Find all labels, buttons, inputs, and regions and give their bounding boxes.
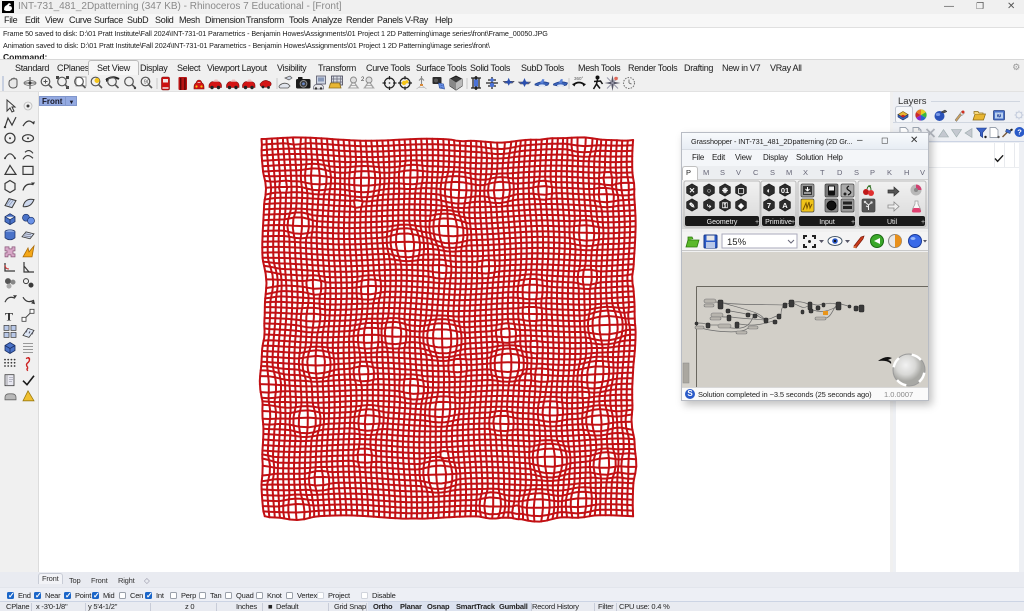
svg-text:+: + bbox=[755, 219, 759, 226]
svg-text:▢: ▢ bbox=[737, 186, 744, 195]
svg-text:⚿: ⚿ bbox=[722, 201, 728, 210]
svg-text:A: A bbox=[782, 201, 788, 210]
svg-text:✕: ✕ bbox=[689, 186, 695, 195]
svg-text:○: ○ bbox=[707, 186, 712, 195]
svg-text:?: ? bbox=[1017, 128, 1022, 137]
svg-text:+: + bbox=[921, 219, 925, 226]
svg-text:7: 7 bbox=[767, 201, 771, 210]
svg-text:Util: Util bbox=[887, 219, 898, 226]
svg-text:Geometry: Geometry bbox=[707, 219, 738, 226]
svg-text:❉: ❉ bbox=[722, 186, 729, 195]
svg-text:T: T bbox=[5, 309, 13, 323]
svg-text:Primitive: Primitive bbox=[765, 219, 792, 226]
svg-text:◐: ◐ bbox=[767, 186, 772, 195]
svg-text:360°: 360° bbox=[574, 76, 584, 81]
svg-text:?: ? bbox=[998, 114, 1001, 120]
svg-text:✎: ✎ bbox=[689, 201, 696, 210]
svg-text:01: 01 bbox=[781, 186, 789, 195]
svg-text:15%: 15% bbox=[727, 237, 747, 248]
svg-text:2: 2 bbox=[361, 77, 365, 83]
svg-text:+: + bbox=[851, 219, 855, 226]
svg-text:Input: Input bbox=[819, 219, 835, 226]
svg-text:90: 90 bbox=[144, 80, 150, 86]
svg-text:+: + bbox=[791, 219, 795, 226]
